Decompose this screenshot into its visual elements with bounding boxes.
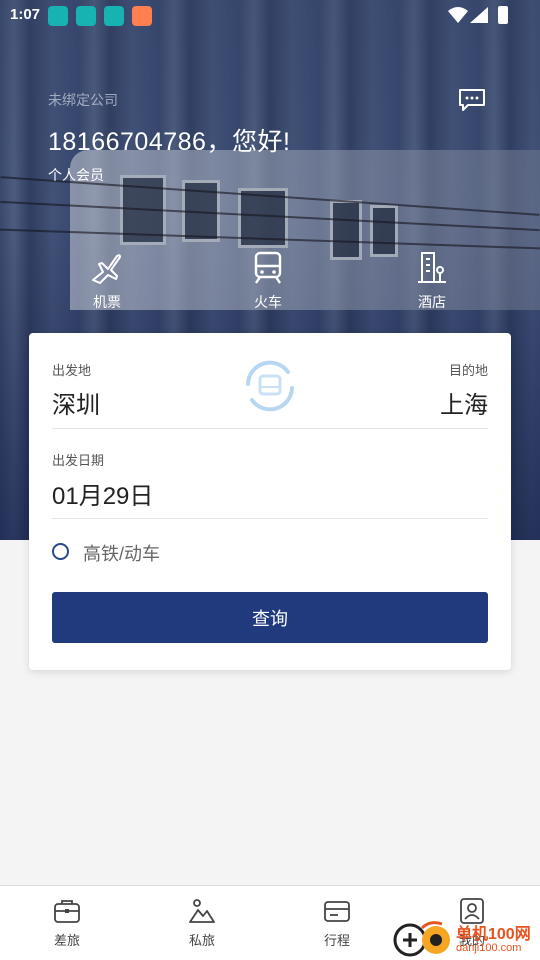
status-bar: 1:07 — [0, 0, 540, 30]
divider — [52, 428, 488, 429]
mode-flight-label: 机票 — [93, 294, 121, 310]
signal-icon — [470, 7, 488, 23]
train-icon — [254, 251, 282, 284]
plane-icon — [92, 254, 121, 284]
hotel-icon — [418, 252, 446, 283]
date-label: 出发日期 — [52, 453, 105, 468]
app-notification-icon — [104, 6, 124, 26]
from-city[interactable]: 深圳 — [52, 385, 100, 420]
to-city[interactable]: 上海 — [440, 385, 488, 420]
tab-private-travel-label: 私旅 — [188, 933, 215, 948]
divider — [52, 518, 488, 519]
app-notification-icon — [48, 6, 68, 26]
train-search-card: 出发地 深圳 目的地 上海 出发日期 01月29日 高铁/动车 查询 — [29, 333, 511, 670]
battery-icon — [498, 6, 508, 24]
mode-train[interactable]: 火车 — [228, 250, 308, 312]
swap-cities-icon[interactable] — [240, 356, 300, 416]
tab-itinerary-label: 行程 — [323, 933, 350, 948]
message-icon[interactable] — [458, 88, 486, 112]
departure-date[interactable]: 01月29日 — [52, 476, 153, 511]
to-label: 目的地 — [448, 363, 488, 378]
tab-private-travel[interactable]: 私旅 — [167, 896, 237, 949]
company-status[interactable]: 未绑定公司 — [48, 90, 118, 110]
mode-hotel-label: 酒店 — [418, 294, 446, 310]
mode-hotel[interactable]: 酒店 — [392, 250, 472, 312]
app-notification-icon — [132, 6, 152, 26]
high-speed-label[interactable]: 高铁/动车 — [83, 540, 160, 566]
watermark-logo-icon — [393, 921, 450, 957]
app-notification-icon — [76, 6, 96, 26]
member-level[interactable]: 个人会员 — [48, 165, 104, 185]
status-time: 1:07 — [10, 6, 41, 23]
watermark-url: danji100.com — [456, 942, 522, 954]
mode-train-label: 火车 — [254, 294, 282, 310]
watermark: 单机100网 danji100.com — [392, 918, 540, 960]
wifi-icon — [448, 7, 468, 23]
mountain-icon — [189, 899, 215, 923]
train-window — [330, 200, 362, 260]
watermark-title: 单机100网 — [456, 926, 531, 943]
high-speed-radio[interactable] — [52, 543, 69, 560]
from-label: 出发地 — [52, 363, 92, 378]
tab-business-travel[interactable]: 差旅 — [32, 896, 102, 949]
briefcase-icon — [54, 900, 80, 923]
tab-business-travel-label: 差旅 — [53, 933, 80, 948]
user-greeting: 18166704786，您好! — [48, 128, 291, 156]
ticket-icon — [324, 901, 350, 922]
tab-itinerary[interactable]: 行程 — [302, 896, 372, 949]
mode-flight[interactable]: 机票 — [67, 250, 147, 312]
query-button[interactable]: 查询 — [52, 592, 488, 643]
